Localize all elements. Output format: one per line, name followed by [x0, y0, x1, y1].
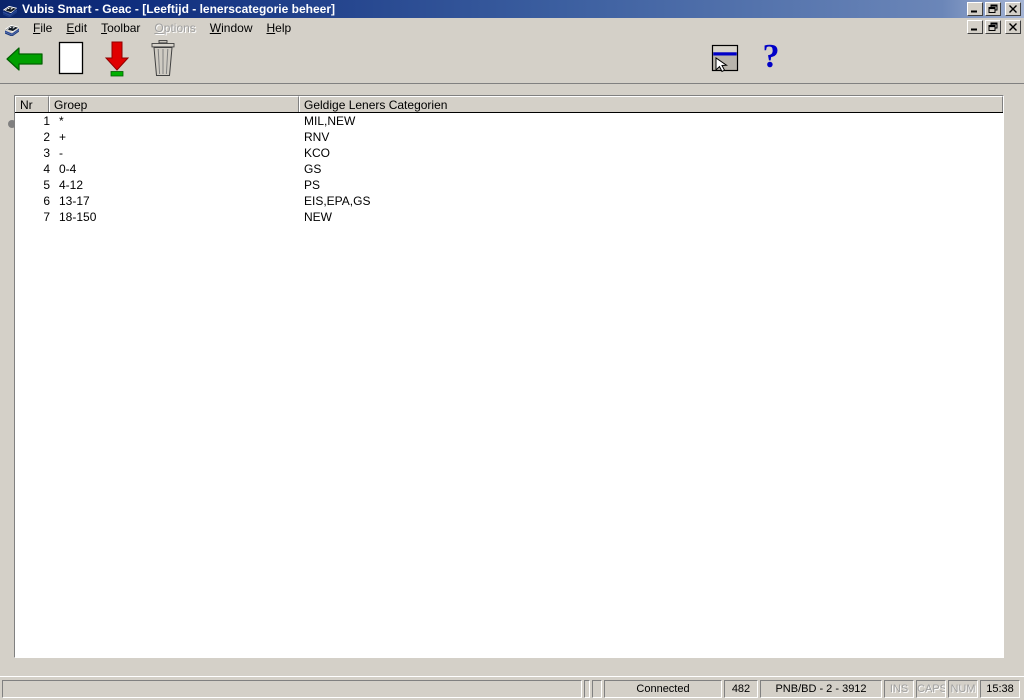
svg-text:?: ? [763, 41, 780, 75]
cell-categorien: PS [304, 178, 321, 192]
select-window-icon [708, 42, 742, 79]
cell-categorien: KCO [304, 146, 331, 160]
cell-categorien: RNV [304, 130, 330, 144]
new-page-icon [55, 40, 87, 81]
table-row[interactable]: 5 4-12 PS [15, 177, 1003, 193]
mdi-restore-button[interactable] [985, 20, 1001, 34]
table-row[interactable]: 6 13-17 EIS,EPA,GS [15, 193, 1003, 209]
cell-groep: 4-12 [59, 178, 84, 192]
menu-item-toolbar[interactable]: Toolbar [94, 19, 147, 37]
cell-nr: 6 [43, 194, 50, 208]
select-window-button[interactable] [704, 40, 746, 82]
help-button[interactable]: ? [750, 38, 792, 82]
status-connection: Connected [604, 679, 722, 698]
cell-nr: 3 [43, 146, 50, 160]
menu-item-file[interactable]: File [26, 19, 59, 37]
status-time: 15:38 [980, 679, 1020, 698]
status-message [2, 679, 582, 698]
status-spacer-2 [592, 679, 602, 698]
status-count: 482 [724, 679, 758, 698]
cell-categorien: NEW [304, 210, 332, 224]
mdi-child-controls [967, 20, 1021, 34]
window-titlebar: Vubis Smart - Geac - [Leeftijd - lenersc… [0, 0, 1024, 18]
back-arrow-button[interactable] [4, 40, 46, 82]
trash-can-icon [147, 39, 179, 82]
cell-nr: 4 [43, 162, 50, 176]
menu-item-options: Options [154, 21, 196, 35]
cell-nr: 7 [43, 210, 50, 224]
status-indicator-caps: CAPS [916, 679, 946, 698]
cell-groep: 18-150 [59, 210, 97, 224]
table-row[interactable]: 7 18-150 NEW [15, 209, 1003, 225]
table-row[interactable]: 4 0-4 GS [15, 161, 1003, 177]
table-row[interactable]: 3 - KCO [15, 145, 1003, 161]
help-question-icon: ? [754, 38, 788, 80]
minimize-button[interactable] [967, 2, 983, 16]
cell-groep: * [59, 114, 64, 128]
close-button[interactable] [1005, 2, 1021, 16]
client-area: Nr Groep Geldige Leners Categorien 1 * M… [0, 84, 1024, 672]
red-down-arrow-icon [101, 39, 133, 82]
column-header-nr[interactable]: Nr [15, 96, 49, 112]
cell-groep: - [59, 146, 63, 160]
column-header-categorien[interactable]: Geldige Leners Categorien [299, 96, 1003, 112]
toolbar: ? [0, 38, 1024, 84]
grid-body: 1 * MIL,NEW 2 + RNV 3 - KCO 4 0-4 GS 5 4… [15, 113, 1003, 657]
column-header-groep[interactable]: Groep [49, 96, 299, 112]
statusbar: Connected 482 PNB/BD - 2 - 3912 INS CAPS… [0, 676, 1024, 700]
cell-nr: 1 [43, 114, 50, 128]
status-indicator-ins: INS [884, 679, 914, 698]
delete-trash-button[interactable] [142, 40, 184, 82]
data-grid[interactable]: Nr Groep Geldige Leners Categorien 1 * M… [14, 95, 1004, 658]
new-page-button[interactable] [50, 40, 92, 82]
application-window: Vubis Smart - Geac - [Leeftijd - lenersc… [0, 0, 1024, 700]
cell-categorien: GS [304, 162, 322, 176]
cell-groep: 13-17 [59, 194, 90, 208]
books-stack-icon [4, 20, 20, 37]
back-arrow-icon [6, 44, 44, 77]
cell-groep: 0-4 [59, 162, 77, 176]
menu-item-edit[interactable]: Edit [59, 19, 94, 37]
table-row[interactable]: 2 + RNV [15, 129, 1003, 145]
mdi-close-button[interactable] [1005, 20, 1021, 34]
books-stack-icon [2, 1, 18, 18]
menu-item-help[interactable]: Help [259, 19, 298, 37]
insert-down-button[interactable] [96, 40, 138, 82]
status-spacer-1 [584, 679, 590, 698]
status-indicator-num: NUM [948, 679, 978, 698]
cell-groep: + [59, 130, 67, 144]
window-controls [967, 2, 1021, 16]
cell-nr: 5 [43, 178, 50, 192]
mdi-minimize-button[interactable] [967, 20, 983, 34]
grid-header-row: Nr Groep Geldige Leners Categorien [15, 96, 1003, 113]
table-row[interactable]: 1 * MIL,NEW [15, 113, 1003, 129]
cell-categorien: EIS,EPA,GS [304, 194, 371, 208]
status-identifier: PNB/BD - 2 - 3912 [760, 679, 882, 698]
window-title: Vubis Smart - Geac - [Leeftijd - lenersc… [22, 2, 335, 16]
cell-categorien: MIL,NEW [304, 114, 356, 128]
cell-nr: 2 [43, 130, 50, 144]
menu-item-window[interactable]: Window [203, 19, 260, 37]
restore-button[interactable] [985, 2, 1001, 16]
menubar: File Edit Toolbar Options Window Help [0, 18, 1024, 38]
